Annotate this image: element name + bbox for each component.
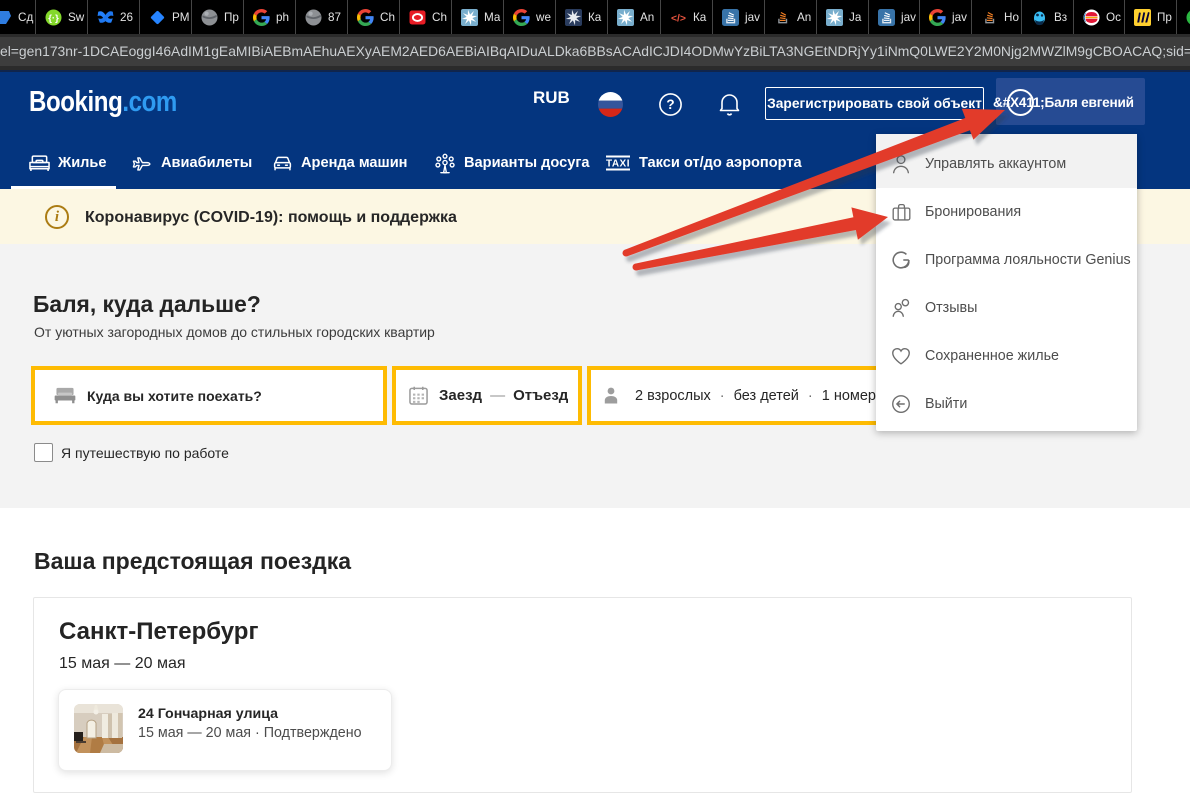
svg-text:</>: </> [671,13,686,24]
svg-text:TAXI: TAXI [606,159,630,170]
svg-text:?: ? [666,97,674,112]
svg-text:{·}: {·} [48,13,59,24]
